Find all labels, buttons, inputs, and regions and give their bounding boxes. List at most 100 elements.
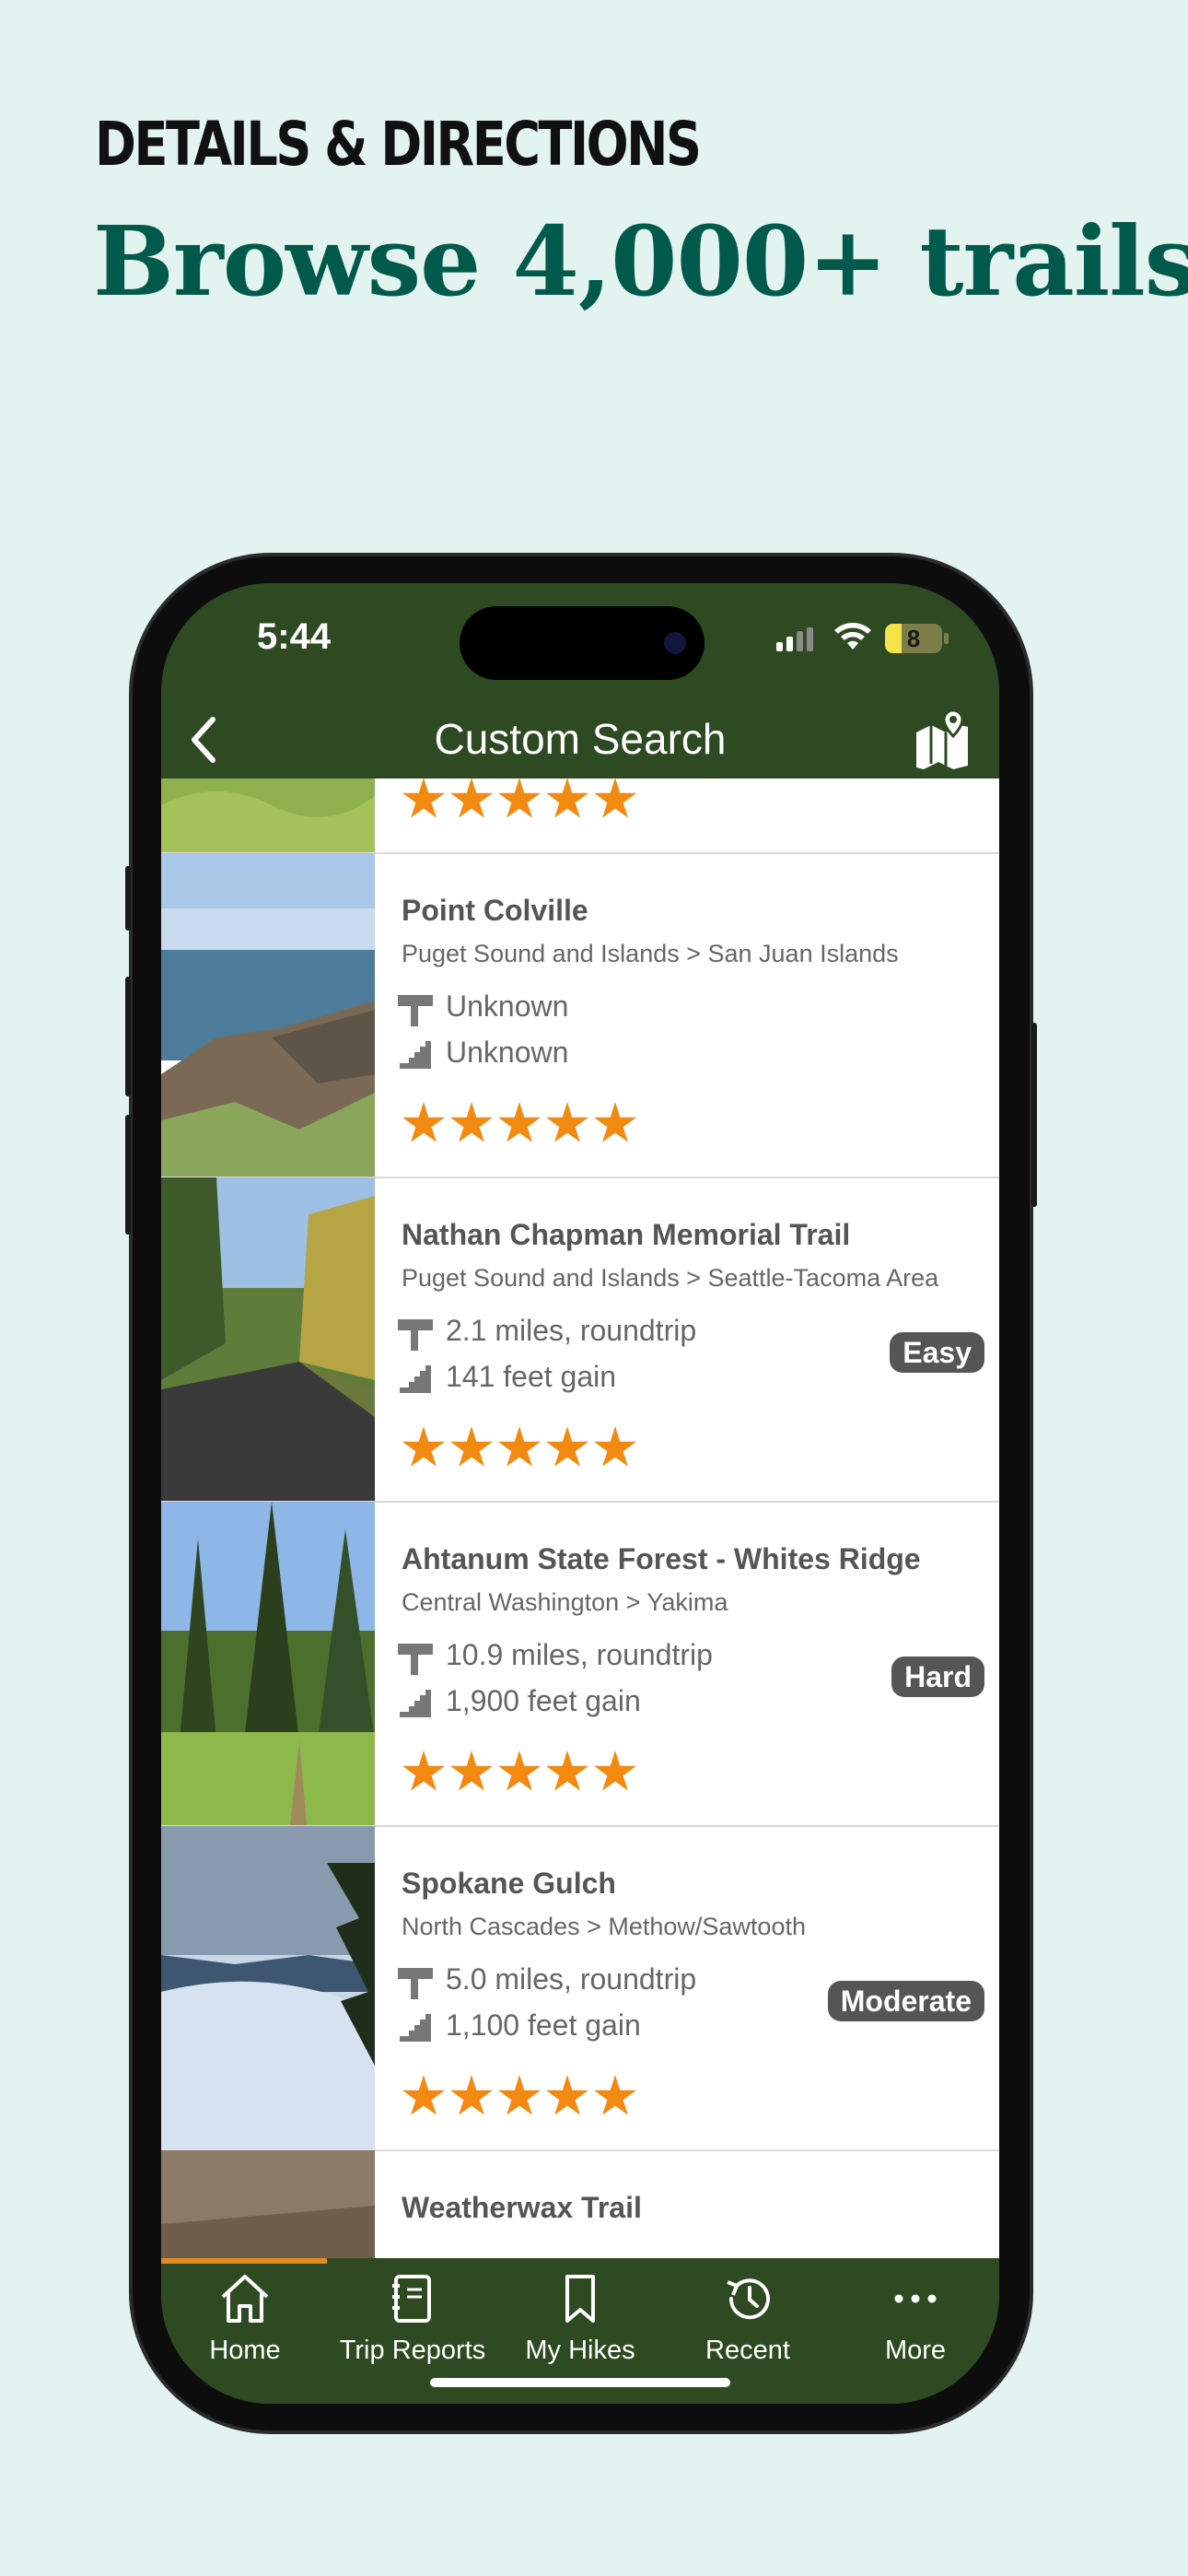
trail-region: Puget Sound and Islands > San Juan Islan…: [402, 940, 899, 967]
trail-length: Unknown: [446, 989, 569, 1023]
star-icon: [449, 1102, 494, 1142]
star-icon: [402, 1426, 446, 1467]
signpost-icon: [398, 1319, 433, 1351]
map-pin-icon[interactable]: [913, 708, 972, 769]
notebook-icon: [392, 2275, 431, 2323]
trail-region: Central Washington > Yakima: [402, 1588, 728, 1616]
promo-headline: Browse 4,000+ trails: [93, 205, 1188, 318]
star-icon: [449, 1751, 494, 1791]
star-icon: [593, 1426, 637, 1467]
tab-more[interactable]: More: [832, 2258, 999, 2369]
home-indicator[interactable]: [430, 2378, 730, 2387]
trail-photo: [161, 779, 375, 852]
star-icon: [545, 779, 589, 818]
trail-photo: [161, 853, 375, 1177]
battery-icon: 8: [885, 624, 942, 653]
trail-length: 10.9 miles, roundtrip: [446, 1638, 713, 1671]
elevation-gain-icon: [400, 1041, 431, 1069]
trail-name: Weatherwax Trail: [402, 2191, 642, 2224]
star-rating: [402, 1102, 637, 1146]
star-icon: [545, 2075, 589, 2115]
trail-row[interactable]: Weatherwax Trail: [161, 2150, 999, 2258]
tab-label: Recent: [705, 2336, 790, 2365]
trail-elevation-gain: 141 feet gain: [446, 1360, 617, 1393]
wifi-icon: [834, 623, 871, 650]
star-icon: [402, 1751, 446, 1791]
star-icon: [593, 1751, 637, 1791]
star-icon: [497, 1102, 542, 1142]
tab-trip-reports[interactable]: Trip Reports: [329, 2258, 496, 2369]
trail-name: Point Colville: [402, 894, 588, 927]
page-title: Custom Search: [434, 715, 727, 763]
trail-row[interactable]: Spokane Gulch North Cascades > Methow/Sa…: [161, 1826, 999, 2151]
trail-row[interactable]: Nathan Chapman Memorial Trail Puget Soun…: [161, 1177, 999, 1503]
promo-eyebrow: DETAILS & DIRECTIONS: [95, 109, 702, 180]
trail-name: Spokane Gulch: [402, 1867, 616, 1900]
trail-list[interactable]: Point Colville Puget Sound and Islands >…: [161, 779, 999, 2258]
signpost-icon: [398, 1644, 433, 1675]
elevation-gain-icon: [400, 1690, 431, 1717]
star-rating: [402, 1751, 637, 1795]
tab-home[interactable]: Home: [161, 2258, 329, 2369]
battery-tip: [944, 633, 949, 644]
trail-name: Nathan Chapman Memorial Trail: [402, 1218, 851, 1251]
trail-region: Puget Sound and Islands > Seattle-Tacoma…: [402, 1264, 939, 1292]
tab-my-hikes[interactable]: My Hikes: [496, 2258, 664, 2369]
star-rating: [402, 1426, 637, 1470]
dynamic-island: [460, 606, 705, 680]
history-icon: [727, 2278, 770, 2320]
app-screen: 5:44 8 Custom Search Point Colville Puge…: [161, 583, 999, 2404]
trail-photo: [161, 2150, 375, 2258]
elevation-gain-icon: [400, 2014, 431, 2042]
phone-button: [125, 977, 131, 1096]
status-time: 5:44: [257, 616, 332, 657]
phone-button: [125, 866, 131, 931]
difficulty-badge: Easy: [890, 1332, 984, 1373]
star-icon: [545, 1426, 589, 1467]
star-icon: [449, 1426, 494, 1467]
phone-button: [125, 1115, 131, 1235]
tab-label: My Hikes: [525, 2336, 635, 2365]
difficulty-badge: Hard: [891, 1657, 984, 1697]
star-icon: [497, 2075, 542, 2115]
trail-row[interactable]: Ahtanum State Forest - Whites Ridge Cent…: [161, 1502, 999, 1827]
status-bar: 5:44 8: [161, 583, 999, 703]
tab-recent[interactable]: Recent: [664, 2258, 832, 2369]
difficulty-badge: Moderate: [827, 1981, 984, 2021]
trail-name: Ahtanum State Forest - Whites Ridge: [402, 1542, 921, 1575]
trail-row[interactable]: Point Colville Puget Sound and Islands >…: [161, 853, 999, 1178]
trail-photo: [161, 1177, 375, 1501]
star-icon: [593, 1102, 637, 1142]
trail-length: 2.1 miles, roundtrip: [446, 1314, 697, 1347]
star-icon: [402, 1102, 446, 1142]
trail-elevation-gain: Unknown: [446, 1036, 569, 1069]
star-icon: [545, 1751, 589, 1791]
home-icon: [221, 2275, 269, 2323]
star-icon: [449, 779, 494, 818]
trail-photo: [161, 1502, 375, 1825]
elevation-gain-icon: [400, 1365, 431, 1393]
trail-length: 5.0 miles, roundtrip: [446, 1962, 697, 1996]
star-rating: [402, 779, 637, 822]
signpost-icon: [398, 995, 433, 1026]
tab-label: Trip Reports: [339, 2336, 486, 2365]
star-icon: [402, 779, 446, 818]
star-rating: [402, 2075, 637, 2119]
more-dots-icon: [894, 2294, 937, 2303]
trail-region: North Cascades > Methow/Sawtooth: [402, 1913, 806, 1940]
signpost-icon: [398, 1968, 433, 1999]
star-icon: [449, 2075, 494, 2115]
trail-photo: [161, 1826, 375, 2149]
star-icon: [497, 779, 542, 818]
star-icon: [593, 2075, 637, 2115]
star-icon: [545, 1102, 589, 1142]
star-icon: [402, 2075, 446, 2115]
trail-elevation-gain: 1,100 feet gain: [446, 2008, 641, 2042]
star-icon: [497, 1426, 542, 1467]
phone-button: [1031, 1023, 1037, 1207]
tab-label: Home: [209, 2336, 281, 2365]
tab-label: More: [884, 2336, 947, 2365]
star-icon: [497, 1751, 542, 1791]
battery-level: 8: [906, 625, 921, 652]
trail-row-partial[interactable]: [161, 779, 999, 854]
